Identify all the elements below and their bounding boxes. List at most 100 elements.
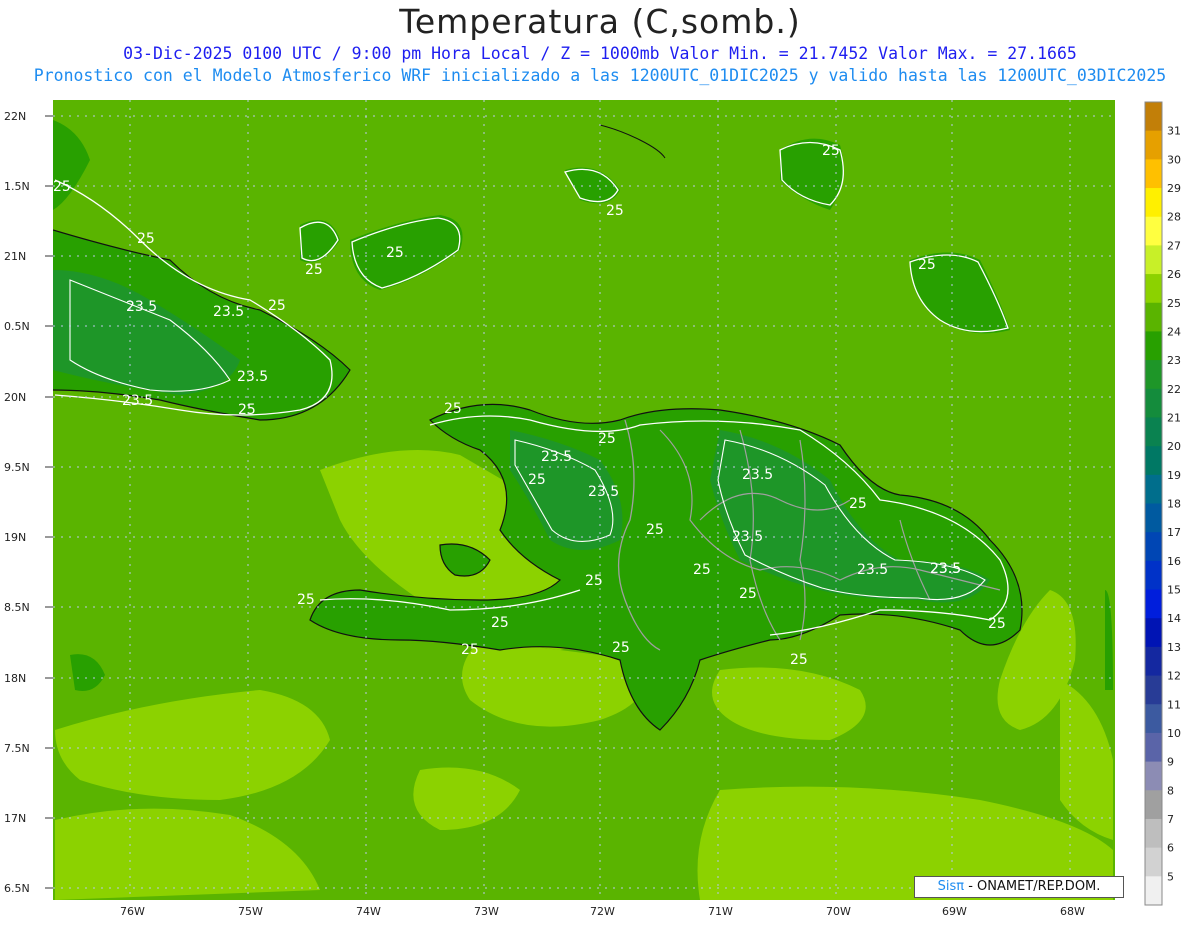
colorbar-swatch [1145,302,1162,332]
lon-label: 73W [474,905,499,918]
colorbar-tick-label: 30 [1167,153,1181,166]
contour-value: 23.5 [126,299,157,315]
credit-box: Sisπ - ONAMET/REP.DOM. [914,876,1124,898]
contour-value: 25 [646,522,664,538]
colorbar-tick-label: 23 [1167,354,1181,367]
contour-value: 25 [693,562,711,578]
colorbar-tick-label: 17 [1167,526,1181,539]
contour-value: 23.5 [122,393,153,409]
contour-value: 25 [268,298,286,314]
colorbar: 31 30 29 28 27 26 25 24 23 22 21 20 19 18 17 16 15 14 13 12… [1144,101,1181,906]
colorbar-swatch [1145,618,1162,648]
colorbar-tick-label: 15 [1167,584,1181,597]
colorbar-tick-label: 8 [1167,784,1174,797]
colorbar-swatch [1145,589,1162,619]
colorbar-swatch [1145,818,1162,849]
contour-value: 23.5 [857,562,888,578]
contour-value: 25 [988,616,1006,632]
colorbar-swatch [1145,388,1162,418]
colorbar-swatch [1145,245,1162,275]
contour-value: 23.5 [237,369,268,385]
contour-value: 23.5 [588,484,619,500]
lat-label: 8.5N [4,601,30,614]
contour-value: 25 [598,431,616,447]
contour-value: 23.5 [213,304,244,320]
colorbar-swatch [1145,761,1162,791]
colorbar-swatch [1145,876,1162,906]
contour-value: 23.5 [930,561,961,577]
contour-value: 23.5 [541,449,572,465]
contour-value: 25 [444,401,462,417]
colorbar-swatch [1145,102,1162,132]
longitude-axis: 76W 75W 74W 73W 72W 71W 70W 69W 68W [120,905,1085,918]
contour-value: 25 [612,640,630,656]
colorbar-tick-label: 6 [1167,842,1174,855]
lat-label: 19N [4,531,26,544]
colorbar-swatch [1145,790,1162,820]
contour-value: 25 [297,592,315,608]
credit-brand: Sisπ [937,879,965,894]
lon-label: 72W [590,905,615,918]
colorbar-tick-label: 18 [1167,498,1181,511]
colorbar-tick-label: 22 [1167,383,1181,396]
colorbar-tick-label: 29 [1167,182,1181,195]
map-canvas: 22N 1.5N 21N 0.5N 20N 9.5N 19N 8.5N 18N … [4,100,1181,918]
lat-label: 7.5N [4,742,30,755]
contour-value: 25 [528,472,546,488]
lon-label: 74W [356,905,381,918]
colorbar-swatch [1145,446,1162,476]
colorbar-tick-label: 28 [1167,211,1181,224]
colorbar-swatch [1145,675,1162,705]
colorbar-tick-label: 21 [1167,411,1181,424]
colorbar-tick-label: 25 [1167,297,1181,310]
colorbar-swatch [1145,732,1162,763]
lat-label: 0.5N [4,320,30,333]
colorbar-tick-label: 7 [1167,813,1174,826]
contour-value: 25 [53,179,71,195]
lat-label: 1.5N [4,180,30,193]
contour-value: 25 [305,262,323,278]
contour-value: 25 [491,615,509,631]
colorbar-tick-label: 5 [1167,870,1174,883]
contour-value: 23.5 [732,529,763,545]
lat-label: 6.5N [4,882,30,895]
colorbar-swatch [1145,646,1162,677]
colorbar-swatch [1145,130,1162,160]
colorbar-tick-label: 14 [1167,612,1181,625]
colorbar-tick-label: 13 [1167,641,1181,654]
colorbar-swatch [1145,188,1162,218]
colorbar-swatch [1145,847,1162,877]
colorbar-tick-label: 27 [1167,239,1181,252]
lon-label: 69W [942,905,967,918]
colorbar-tick-label: 26 [1167,268,1181,281]
lon-label: 75W [238,905,263,918]
credit-text: - ONAMET/REP.DOM. [968,879,1101,894]
colorbar-tick-label: 10 [1167,727,1181,740]
colorbar-tick-label: 16 [1167,555,1181,568]
contour-value: 25 [606,203,624,219]
contour-value: 25 [739,586,757,602]
contour-value: 25 [137,231,155,247]
colorbar-swatch [1145,417,1162,447]
lat-label: 22N [4,110,26,123]
lon-label: 71W [708,905,733,918]
colorbar-swatch [1145,560,1162,591]
colorbar-swatch [1145,216,1162,246]
contour-value: 23.5 [742,467,773,483]
lat-label: 20N [4,391,26,404]
contour-value: 25 [386,245,404,261]
colorbar-swatch [1145,503,1162,533]
lat-label: 18N [4,672,26,685]
lat-label: 21N [4,250,26,263]
colorbar-tick-label: 11 [1167,698,1181,711]
colorbar-swatch [1145,532,1162,562]
contour-value: 25 [822,143,840,159]
contour-value: 25 [238,402,256,418]
colorbar-swatch [1145,274,1162,304]
contour-value: 25 [790,652,808,668]
contour-value: 25 [461,642,479,658]
colorbar-swatch [1145,159,1162,189]
colorbar-swatch [1145,360,1162,390]
lat-label: 9.5N [4,461,30,474]
lon-label: 68W [1060,905,1085,918]
